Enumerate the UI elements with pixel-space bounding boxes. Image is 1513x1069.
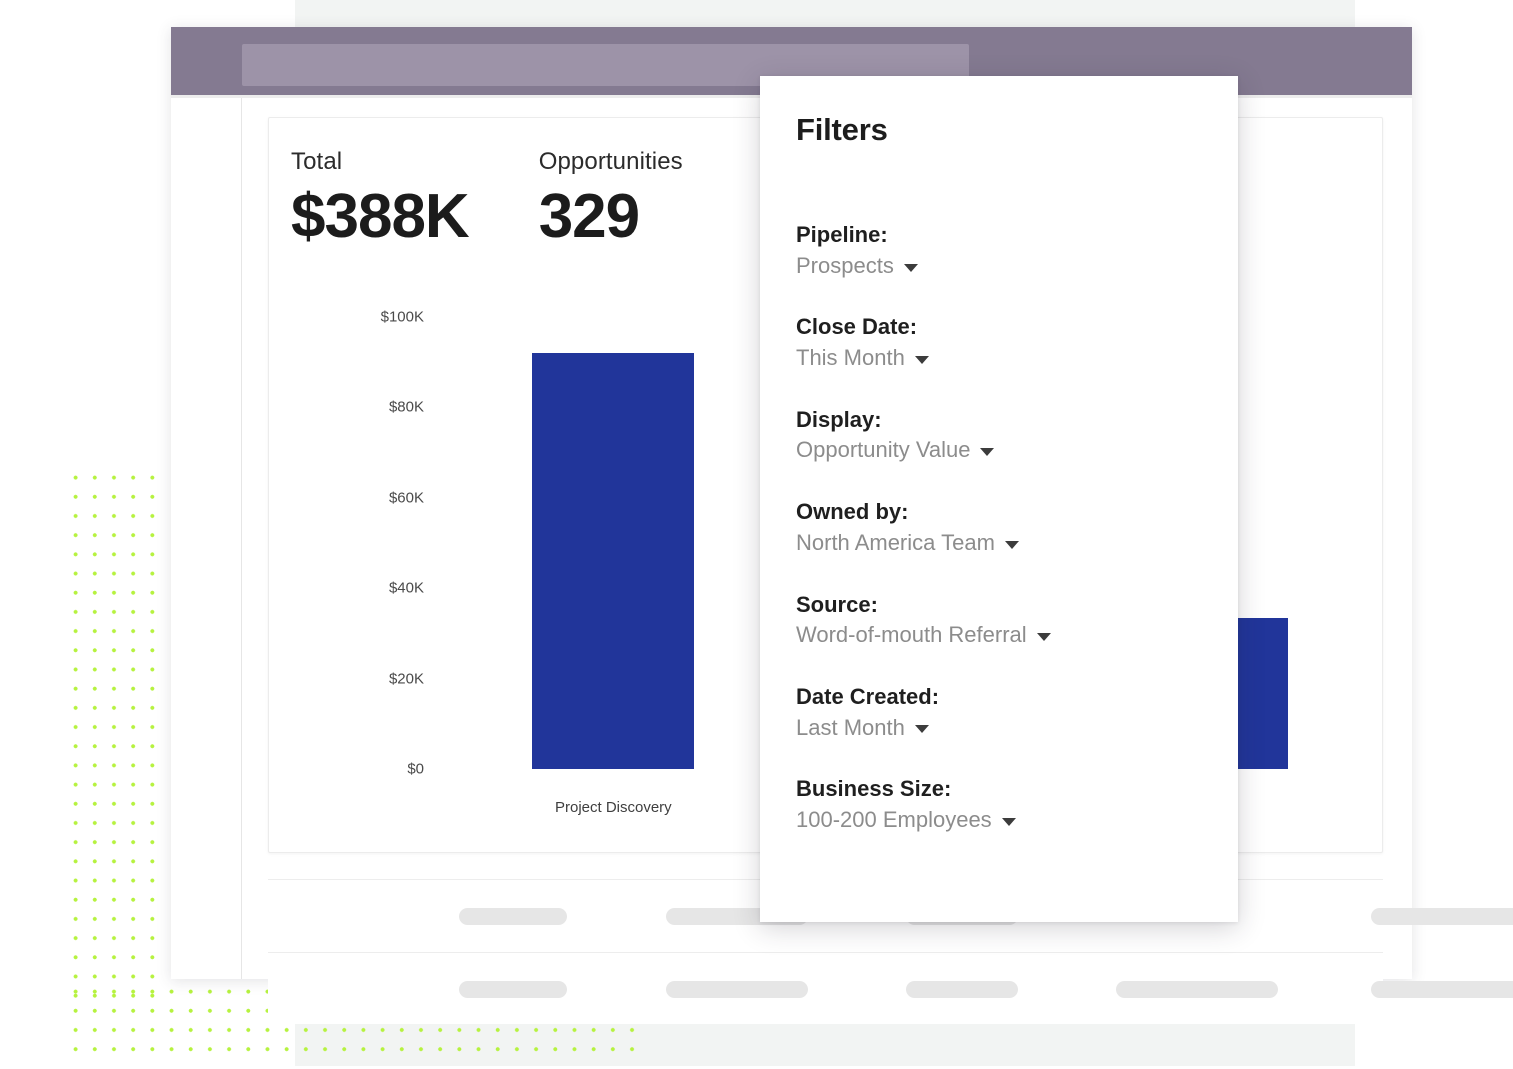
table-row[interactable]	[268, 952, 1513, 1024]
filter-list: Pipeline: Prospects Close Date: This Month D…	[796, 220, 1214, 867]
filter-business-size-dropdown[interactable]: 100-200 Employees	[796, 805, 1214, 835]
chevron-down-icon	[1004, 540, 1019, 549]
filter-pipeline-value: Prospects	[796, 252, 894, 278]
dot-pattern-left	[66, 468, 167, 1008]
placeholder-pill	[666, 981, 808, 998]
placeholder-pill	[1371, 981, 1513, 998]
kpi-total-value: $388K	[291, 182, 470, 251]
y-axis-tick-label: $20K	[388, 670, 424, 688]
kpi-total-label: Total	[291, 148, 343, 175]
chevron-down-icon	[1036, 633, 1051, 642]
x-axis-tick-label: Project Discovery	[554, 799, 672, 816]
kpi-group: Total $388K Opportunities 329	[291, 148, 683, 251]
chevron-down-icon	[1001, 817, 1016, 826]
chevron-down-icon	[980, 448, 995, 457]
y-axis-tick-label: $40K	[388, 579, 424, 597]
filter-owned-by-label: Owned by:	[796, 499, 909, 525]
sidebar-divider	[241, 98, 242, 979]
filter-date-created-dropdown[interactable]: Last Month	[796, 713, 1214, 743]
placeholder-pill	[459, 981, 567, 998]
y-axis-tick-label: $0	[407, 760, 424, 778]
filter-close-date-value: This Month	[796, 345, 905, 371]
placeholder-pill	[459, 908, 567, 925]
filter-owned-by-dropdown[interactable]: North America Team	[796, 528, 1214, 558]
filter-pipeline: Pipeline: Prospects	[796, 220, 1214, 280]
filter-source-dropdown[interactable]: Word-of-mouth Referral	[796, 620, 1214, 650]
filter-pipeline-dropdown[interactable]: Prospects	[796, 251, 1214, 281]
kpi-opportunities: Opportunities 329	[538, 148, 683, 251]
kpi-total: Total $388K	[291, 148, 470, 251]
placeholder-pill	[1116, 981, 1278, 998]
chevron-down-icon	[903, 263, 918, 272]
filter-business-size-label: Business Size:	[796, 776, 952, 802]
filter-source: Source: Word-of-mouth Referral	[796, 590, 1214, 650]
filter-display-value: Opportunity Value	[796, 437, 971, 463]
filter-close-date-dropdown[interactable]: This Month	[796, 343, 1214, 373]
y-axis: $0 $20K $40K $60K $80K $100K	[269, 309, 424, 778]
filter-display-label: Display:	[796, 406, 882, 432]
y-axis-tick-label: $80K	[388, 398, 424, 416]
chevron-down-icon	[914, 355, 929, 364]
filter-pipeline-label: Pipeline:	[796, 222, 888, 247]
kpi-opportunities-label: Opportunities	[538, 148, 683, 175]
kpi-opportunities-value: 329	[538, 182, 640, 251]
filters-popover: Filters Pipeline: Prospects Close Date: Thi…	[760, 76, 1238, 922]
placeholder-pill	[1371, 908, 1513, 925]
filter-business-size: Business Size: 100-200 Employees	[796, 774, 1214, 834]
filter-date-created-value: Last Month	[796, 714, 905, 740]
placeholder-pill	[906, 981, 1018, 998]
filter-close-date: Close Date: This Month	[796, 312, 1214, 372]
screenshot-root: Total $388K Opportunities 329 $0 $20K $40K…	[0, 0, 1513, 1069]
filter-source-value: Word-of-mouth Referral	[796, 622, 1027, 648]
filter-source-label: Source:	[796, 591, 878, 617]
filter-display-dropdown[interactable]: Opportunity Value	[796, 435, 1214, 465]
filter-date-created: Date Created: Last Month	[796, 682, 1214, 742]
y-axis-tick-label: $60K	[388, 489, 424, 507]
y-axis-tick-label: $100K	[380, 308, 424, 326]
filters-title: Filters	[796, 112, 888, 147]
chevron-down-icon	[914, 725, 929, 734]
filter-display: Display: Opportunity Value	[796, 405, 1214, 465]
filter-business-size-value: 100-200 Employees	[796, 806, 992, 832]
filter-owned-by-value: North America Team	[796, 529, 995, 555]
filter-close-date-label: Close Date:	[796, 314, 918, 340]
chart-bar[interactable]	[532, 353, 695, 769]
filter-date-created-label: Date Created:	[796, 683, 940, 709]
filter-owned-by: Owned by: North America Team	[796, 497, 1214, 557]
